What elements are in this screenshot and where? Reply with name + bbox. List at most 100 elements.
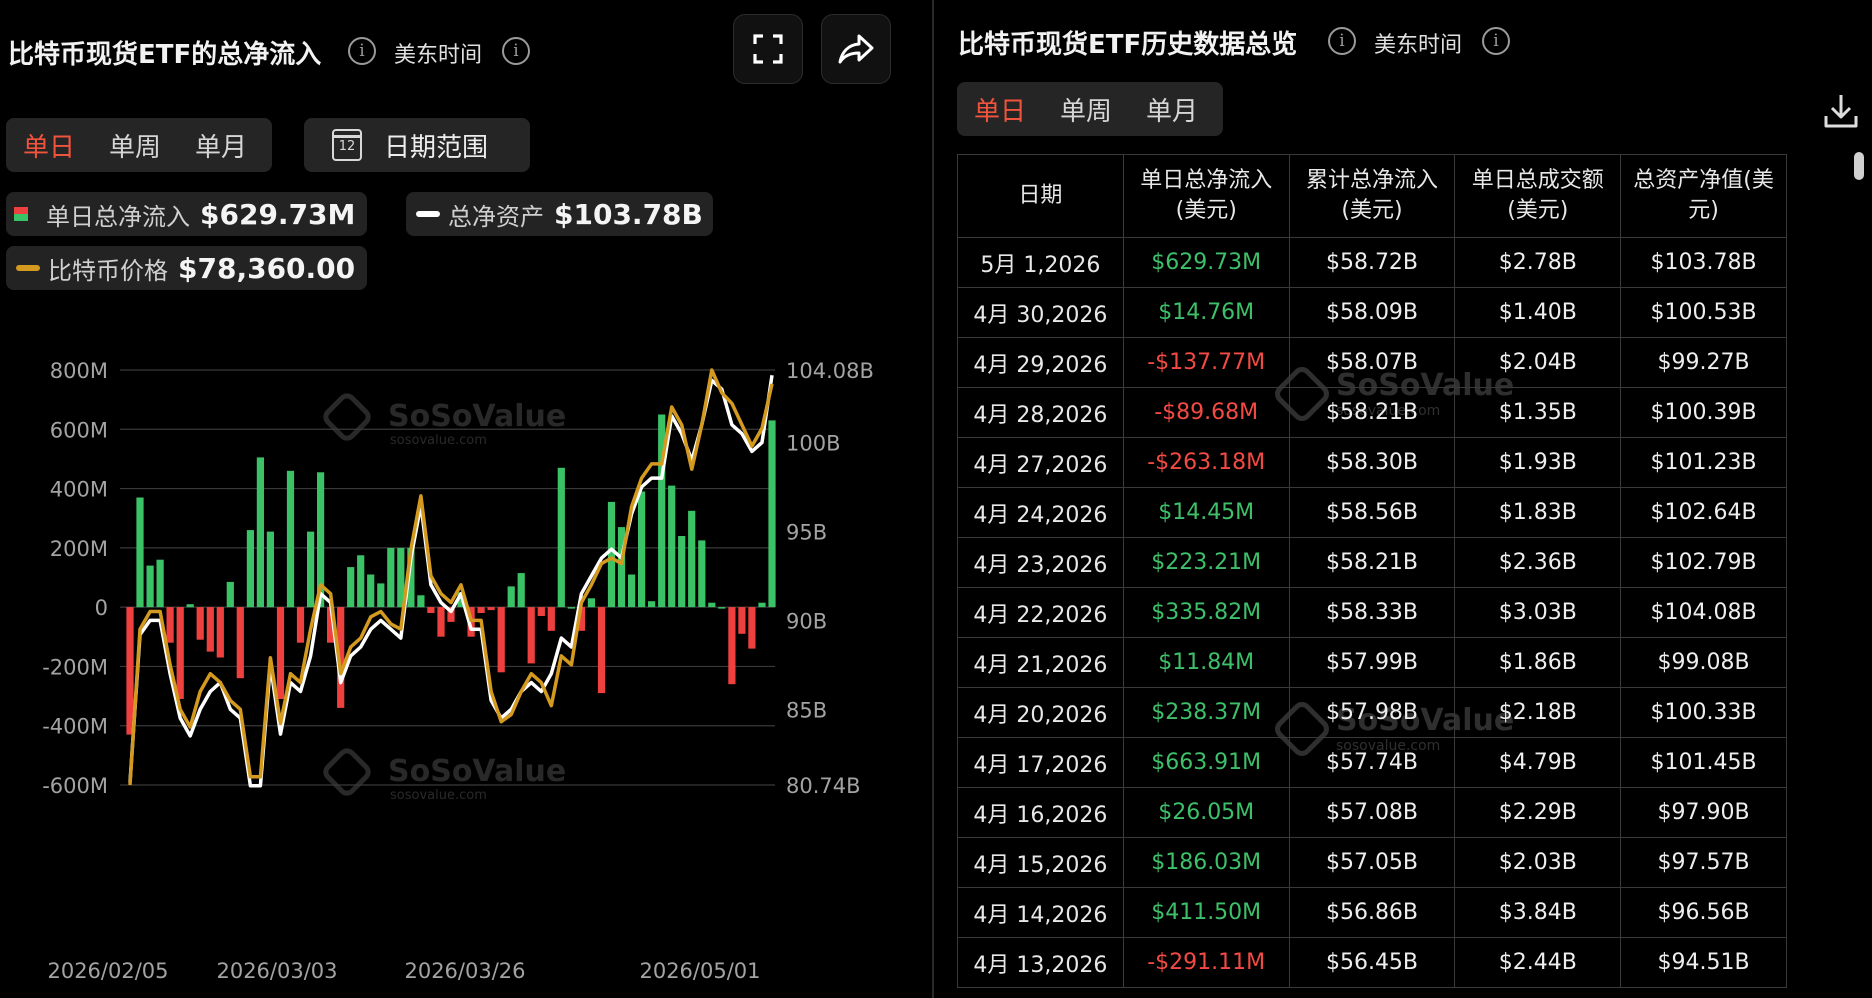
- flow-bar[interactable]: [206, 607, 214, 652]
- flow-bar[interactable]: [718, 607, 726, 609]
- flow-bar[interactable]: [126, 607, 134, 735]
- flow-bar[interactable]: [136, 497, 144, 608]
- flow-bar[interactable]: [196, 607, 204, 640]
- flow-bar[interactable]: [597, 607, 606, 694]
- flow-bar[interactable]: [587, 598, 595, 608]
- fullscreen-button[interactable]: [733, 14, 803, 84]
- table-row[interactable]: 4月 17,2026 $663.91M $57.74B $4.79B $101.45B: [957, 737, 1787, 788]
- flow-bar[interactable]: [276, 607, 285, 699]
- flow-bar[interactable]: [668, 485, 676, 608]
- flow-bar[interactable]: [256, 457, 264, 608]
- flow-bar[interactable]: [748, 607, 756, 649]
- flow-bar[interactable]: [186, 604, 194, 608]
- table-row[interactable]: 4月 24,2026 $14.45M $58.56B $1.83B $102.64B: [957, 487, 1787, 538]
- net-inflow-chart[interactable]: SoSoValuesosovalue.comSoSoValuesosovalue…: [0, 340, 930, 998]
- flow-bar[interactable]: [517, 573, 525, 608]
- flow-bar[interactable]: [708, 602, 716, 608]
- table-row[interactable]: 4月 22,2026 $335.82M $58.33B $3.03B $104.08B: [957, 587, 1787, 638]
- header-nav[interactable]: 总资产净值(美 元): [1620, 154, 1787, 238]
- table-row[interactable]: 4月 23,2026 $223.21M $58.21B $2.36B $102.79B: [957, 537, 1787, 588]
- table-row[interactable]: 4月 15,2026 $186.03M $57.05B $2.03B $97.57B: [957, 837, 1787, 888]
- flow-bar[interactable]: [497, 607, 505, 673]
- flow-bar[interactable]: [357, 555, 365, 608]
- flow-bar[interactable]: [226, 581, 234, 608]
- table-row[interactable]: 4月 27,2026 -$263.18M $58.30B $1.93B $101.23B: [957, 437, 1787, 488]
- flow-bar[interactable]: [387, 547, 395, 608]
- legend-net-assets[interactable]: 总净资产 $103.78B: [406, 192, 713, 236]
- flow-bar[interactable]: [678, 536, 686, 608]
- flow-bar[interactable]: [367, 574, 375, 608]
- flow-bar[interactable]: [607, 501, 616, 608]
- flow-bar[interactable]: [437, 607, 445, 637]
- flow-bar[interactable]: [698, 540, 706, 608]
- flow-bar[interactable]: [768, 420, 776, 608]
- cell-cumulative-flow: $57.05B: [1288, 837, 1456, 888]
- flow-bar[interactable]: [537, 607, 545, 616]
- table-row[interactable]: 4月 21,2026 $11.84M $57.99B $1.86B $99.08B: [957, 637, 1787, 688]
- header-daily-volume[interactable]: 单日总成交额 (美元): [1454, 154, 1622, 238]
- history-tab-monthly[interactable]: 单月: [1146, 91, 1198, 128]
- flow-bar[interactable]: [527, 607, 535, 664]
- flow-bar[interactable]: [487, 607, 495, 611]
- flow-bar[interactable]: [688, 510, 696, 608]
- flow-bar[interactable]: [728, 607, 736, 685]
- flow-bar[interactable]: [427, 607, 435, 613]
- table-row[interactable]: 4月 30,2026 $14.76M $58.09B $1.40B $100.53B: [957, 287, 1787, 338]
- flow-bar[interactable]: [507, 586, 515, 608]
- date-range-button[interactable]: 12 日期范围: [304, 118, 530, 172]
- flow-bar[interactable]: [477, 607, 485, 613]
- header-cumulative-flow[interactable]: 累计总净流入 (美元): [1288, 154, 1456, 238]
- flow-bar[interactable]: [166, 607, 174, 643]
- history-tab-daily[interactable]: 单日: [974, 91, 1026, 128]
- share-button[interactable]: [821, 14, 891, 84]
- tab-weekly[interactable]: 单周: [109, 127, 161, 164]
- flow-bar[interactable]: [648, 601, 656, 608]
- flow-bar[interactable]: [216, 607, 224, 658]
- flow-bar[interactable]: [758, 602, 766, 608]
- flow-bar[interactable]: [156, 559, 164, 608]
- chart-axes: 800M 600M 400M 200M 0 -200M -400M -600M 104.08B 1…: [42, 359, 874, 983]
- table-row[interactable]: 4月 14,2026 $411.50M $56.86B $3.84B $96.56B: [957, 887, 1787, 938]
- flow-bar[interactable]: [638, 491, 646, 608]
- legend-btc-price[interactable]: 比特币价格 $78,360.00: [6, 246, 368, 290]
- history-info-icon[interactable]: i: [1328, 27, 1356, 55]
- flow-bar[interactable]: [557, 467, 565, 608]
- header-daily-flow[interactable]: 单日总净流入 (美元): [1122, 154, 1290, 238]
- cell-nav: $100.33B: [1620, 687, 1787, 738]
- tab-daily[interactable]: 单日: [23, 127, 75, 164]
- flow-bar[interactable]: [617, 527, 626, 608]
- download-icon[interactable]: [1822, 92, 1860, 130]
- table-row[interactable]: 4月 16,2026 $26.05M $57.08B $2.29B $97.90B: [957, 787, 1787, 838]
- table-row[interactable]: 4月 13,2026 -$291.11M $56.45B $2.44B $94.51B: [957, 937, 1787, 988]
- table-row[interactable]: 5月 1,2026 $629.73M $58.72B $2.78B $103.78B: [957, 237, 1787, 288]
- tab-monthly[interactable]: 单月: [195, 127, 247, 164]
- flow-bar[interactable]: [246, 530, 254, 608]
- timezone-info-icon[interactable]: i: [502, 37, 530, 65]
- flow-bar[interactable]: [307, 531, 315, 608]
- history-timezone-info-icon[interactable]: i: [1482, 27, 1510, 55]
- info-icon[interactable]: i: [348, 37, 376, 65]
- legend-daily-flow[interactable]: 单日总净流入 $629.73M: [6, 192, 368, 236]
- table-row[interactable]: 4月 28,2026 -$89.68M $58.21B $1.35B $100.39B: [957, 387, 1787, 438]
- header-date[interactable]: 日期: [957, 154, 1124, 238]
- flow-bar[interactable]: [567, 607, 575, 609]
- net-inflow-panel: 比特币现货ETF的总净流入 i 美东时间 i 单日 单周 单月 12 日期范围 …: [0, 0, 930, 998]
- flow-bar[interactable]: [417, 595, 425, 608]
- table-row[interactable]: 4月 29,2026 -$137.77M $58.07B $2.04B $99.27B: [957, 337, 1787, 388]
- table-row[interactable]: 4月 20,2026 $238.37M $57.98B $2.18B $100.33B: [957, 687, 1787, 738]
- flow-bar[interactable]: [738, 607, 746, 634]
- table-scrollbar[interactable]: [1854, 152, 1864, 180]
- flow-bar[interactable]: [547, 607, 555, 631]
- flow-bar[interactable]: [628, 574, 636, 608]
- flow-bar[interactable]: [176, 607, 184, 699]
- flow-bar[interactable]: [266, 531, 274, 608]
- flow-bar[interactable]: [377, 583, 385, 608]
- flow-bar[interactable]: [286, 470, 295, 608]
- cell-date: 4月 28,2026: [957, 387, 1124, 438]
- flow-bar[interactable]: [146, 565, 154, 608]
- flow-bar[interactable]: [296, 607, 305, 643]
- cell-nav: $96.56B: [1620, 887, 1787, 938]
- flow-bar[interactable]: [347, 567, 355, 608]
- flow-bar[interactable]: [236, 607, 244, 679]
- history-tab-weekly[interactable]: 单周: [1060, 91, 1112, 128]
